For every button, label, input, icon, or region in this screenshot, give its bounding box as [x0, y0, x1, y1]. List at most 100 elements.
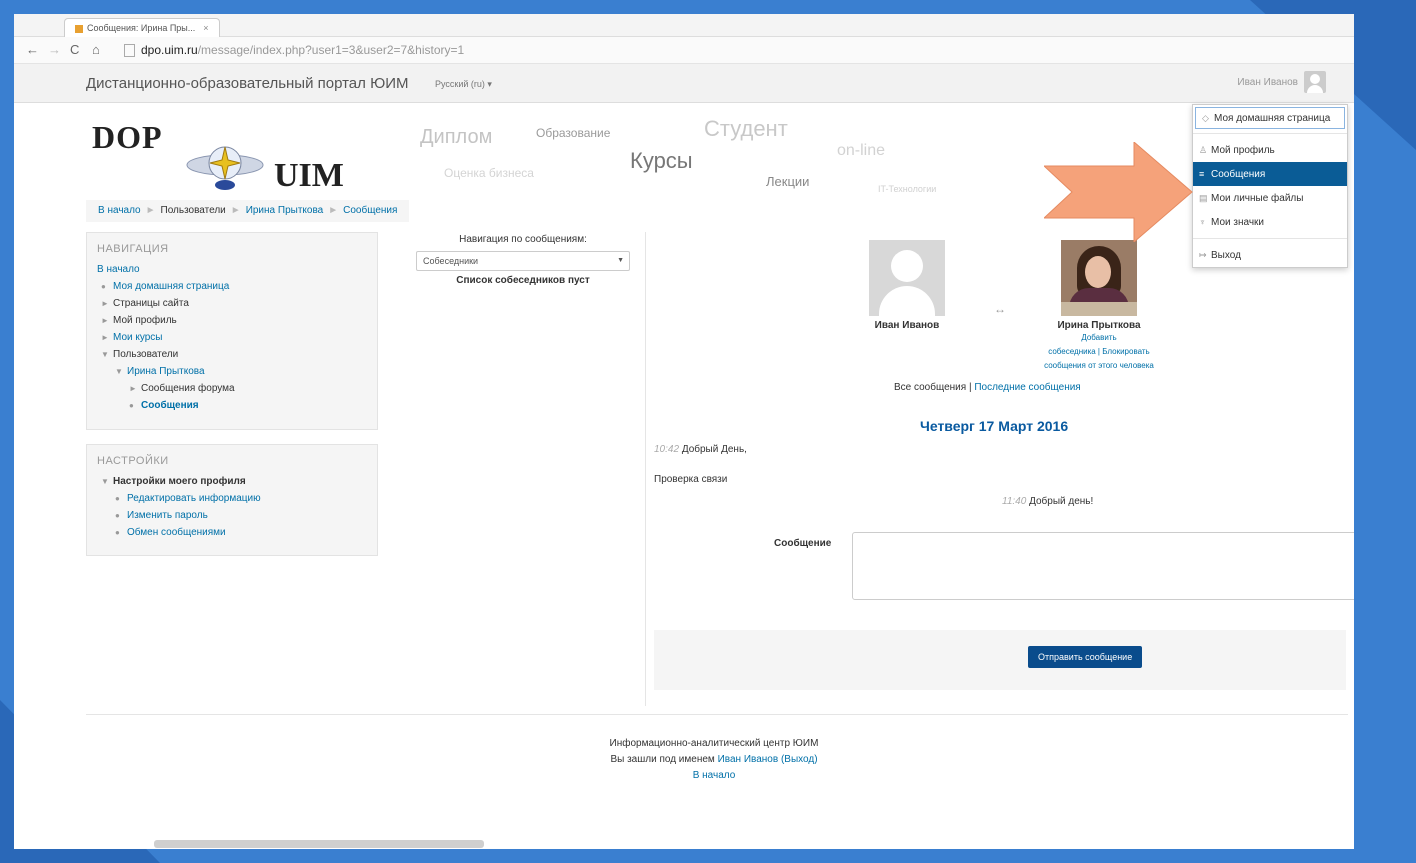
tag-link[interactable]: IT-Технологии: [878, 184, 936, 194]
menu-item-files[interactable]: ▤ Мои личные файлы: [1193, 186, 1347, 210]
message-icon: ≡: [1199, 169, 1205, 179]
settings-item-profile[interactable]: Настройки моего профиля: [113, 476, 246, 487]
tag-link[interactable]: Оценка бизнеса: [444, 166, 534, 180]
column-divider: [645, 232, 646, 706]
language-menu[interactable]: Русский (ru) ▾: [435, 79, 492, 90]
user-card-other: Ирина Прыткова Добавить собеседника | Бл…: [1024, 240, 1174, 373]
badge-icon: ♆: [1199, 217, 1206, 227]
menu-item-messages[interactable]: ≡ Сообщения: [1193, 162, 1347, 186]
menu-item-badges[interactable]: ♆ Мои значки: [1193, 210, 1347, 234]
nav-item-messages[interactable]: Сообщения: [141, 400, 199, 411]
nav-item-courses[interactable]: Мои курсы: [113, 332, 163, 343]
message-nav-select[interactable]: Собеседники ▼: [416, 251, 630, 271]
message-time: 11:40: [1002, 496, 1027, 507]
tag-link[interactable]: Студент: [704, 116, 788, 142]
footer-logged-text: Вы зашли под именем: [610, 754, 715, 765]
site-logo[interactable]: DOP UIM: [92, 119, 382, 199]
settings-item-edit[interactable]: Редактировать информацию: [127, 493, 261, 504]
menu-item-label: Сообщения: [1211, 169, 1266, 180]
reload-icon[interactable]: C: [70, 42, 79, 57]
all-messages-link[interactable]: Все сообщения: [894, 382, 966, 393]
block-title: НАВИГАЦИЯ: [97, 243, 169, 255]
tag-link[interactable]: Диплом: [420, 126, 492, 149]
back-icon[interactable]: ←: [26, 42, 39, 57]
send-message-button[interactable]: Отправить сообщение: [1028, 646, 1143, 668]
footer-user-link[interactable]: Иван Иванов: [718, 754, 779, 765]
avatar[interactable]: [869, 240, 945, 316]
tag-link[interactable]: Образование: [536, 126, 610, 140]
expand-icon[interactable]: ►: [101, 295, 113, 312]
nav-item-dashboard[interactable]: Моя домашняя страница: [113, 281, 229, 292]
block-user-link-cont[interactable]: сообщения от этого человека: [1024, 359, 1174, 373]
menu-item-logout[interactable]: ↦ Выход: [1193, 243, 1347, 267]
breadcrumb-users[interactable]: Пользователи: [161, 205, 226, 216]
expand-icon[interactable]: ►: [101, 312, 113, 329]
nav-item-profile[interactable]: Мой профиль: [113, 315, 177, 326]
site-navbar: Дистанционно-образовательный портал ЮИМ …: [14, 64, 1354, 103]
nav-item-home[interactable]: В начало: [97, 264, 140, 275]
collapse-icon[interactable]: ▼: [115, 363, 127, 380]
collapse-icon[interactable]: ▼: [101, 346, 113, 363]
file-icon: ▤: [1199, 193, 1208, 203]
message-input[interactable]: [852, 532, 1354, 600]
tab-title: Сообщения: Ирина Пры...: [87, 23, 196, 33]
user-icon: ♙: [1199, 145, 1208, 155]
address-bar: ← → C ⌂ dpo.uim.ru/message/index.php?use…: [14, 37, 1354, 64]
browser-tab[interactable]: Сообщения: Ирина Пры... ×: [64, 18, 220, 37]
menu-item-label: Мой профиль: [1211, 145, 1275, 156]
footer-org: Информационно-аналитический центр ЮИМ: [609, 738, 819, 749]
nav-item-site-pages[interactable]: Страницы сайта: [113, 298, 189, 309]
tab-bar: Сообщения: Ирина Пры... ×: [14, 14, 1354, 37]
favicon-icon: [75, 24, 83, 33]
collapse-icon[interactable]: ▼: [101, 473, 113, 490]
url-path: /message/index.php?user1=3&user2=7&histo…: [197, 43, 465, 57]
breadcrumb-user[interactable]: Ирина Прыткова: [246, 205, 324, 216]
page-icon: [124, 44, 135, 58]
contact-actions: Добавить собеседника | Блокировать сообщ…: [1024, 331, 1174, 373]
settings-item-messaging[interactable]: Обмен сообщениями: [127, 527, 226, 538]
message-text: Проверка связи: [654, 474, 728, 485]
menu-item-label: Выход: [1211, 250, 1241, 261]
browser-window: Сообщения: Ирина Пры... × ← → C ⌂ dpo.uim…: [14, 14, 1354, 849]
menu-divider: [1193, 238, 1347, 239]
message-item: 10:42 Добрый День,: [654, 444, 747, 455]
horizontal-scrollbar[interactable]: [154, 840, 484, 848]
close-icon[interactable]: ×: [203, 23, 208, 33]
add-contact-link[interactable]: Добавить: [1024, 331, 1174, 345]
tag-link[interactable]: Лекции: [766, 174, 809, 189]
home-icon[interactable]: ⌂: [92, 42, 100, 57]
user-menu-toggle[interactable]: Иван Иванов: [1237, 70, 1326, 96]
form-actions: Отправить сообщение: [654, 630, 1346, 690]
menu-item-label: Мои значки: [1211, 217, 1264, 228]
tag-link[interactable]: on-line: [837, 142, 885, 160]
nav-item-users[interactable]: Пользователи: [113, 349, 178, 360]
nav-item-forum-posts[interactable]: Сообщения форума: [141, 383, 235, 394]
recent-messages-link[interactable]: Последние сообщения: [974, 382, 1080, 393]
menu-item-dashboard[interactable]: ◇ Моя домашняя страница: [1195, 107, 1345, 129]
settings-item-password[interactable]: Изменить пароль: [127, 510, 208, 521]
footer-home-link[interactable]: В начало: [693, 770, 736, 781]
url-field[interactable]: dpo.uim.ru/message/index.php?user1=3&use…: [124, 41, 1294, 59]
user-name[interactable]: Иван Иванов: [852, 320, 962, 331]
site-title[interactable]: Дистанционно-образовательный портал ЮИМ: [86, 75, 409, 92]
footer-logout-link[interactable]: (Выход): [781, 754, 818, 765]
breadcrumb-home[interactable]: В начало: [98, 205, 141, 216]
forward-icon[interactable]: →: [48, 42, 61, 57]
breadcrumb-messages[interactable]: Сообщения: [343, 205, 397, 216]
user-name[interactable]: Ирина Прыткова: [1024, 320, 1174, 331]
message-item: Проверка связи: [654, 474, 727, 485]
tag-link[interactable]: Курсы: [630, 148, 693, 174]
emblem-icon: [186, 146, 264, 190]
bullet-icon: ●: [115, 528, 120, 537]
message-nav-label: Навигация по сообщениям:: [459, 234, 587, 245]
expand-icon[interactable]: ►: [101, 329, 113, 346]
block-user-link[interactable]: собеседника | Блокировать: [1024, 345, 1174, 359]
swap-icon[interactable]: ↔: [994, 302, 1006, 316]
conversation-date: Четверг 17 Март 2016: [920, 418, 1069, 434]
menu-item-profile[interactable]: ♙ Мой профиль: [1193, 138, 1347, 162]
nav-item-user[interactable]: Ирина Прыткова: [127, 366, 205, 377]
user-photo[interactable]: [1061, 240, 1137, 316]
history-links: Все сообщения | Последние сообщения: [894, 382, 1081, 393]
home-icon: ◇: [1202, 113, 1209, 123]
expand-icon[interactable]: ►: [129, 380, 141, 397]
